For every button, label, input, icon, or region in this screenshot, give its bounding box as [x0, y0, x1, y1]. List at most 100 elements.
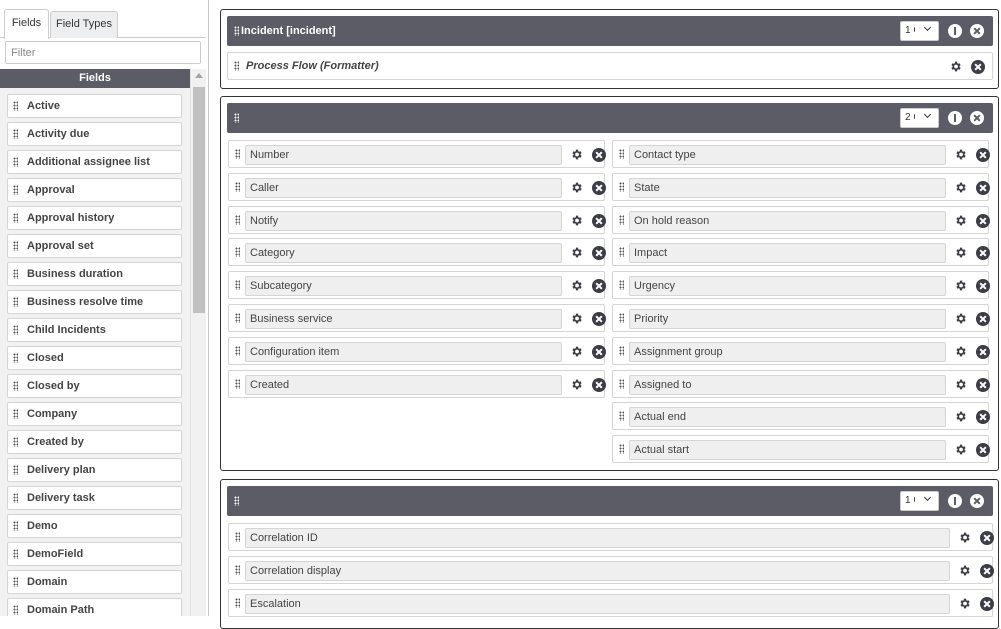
remove-field-icon[interactable] — [592, 246, 606, 261]
gear-icon[interactable] — [570, 378, 583, 391]
scroll-thumb[interactable] — [193, 87, 205, 313]
form-field-row[interactable]: State — [612, 172, 990, 201]
gear-icon[interactable] — [570, 312, 583, 325]
drag-handle-icon[interactable] — [235, 313, 240, 323]
remove-field-icon[interactable] — [971, 60, 985, 74]
remove-field-icon[interactable] — [976, 312, 990, 326]
column-layout-select[interactable]: 2 Columns — [900, 108, 939, 128]
drag-handle-icon[interactable] — [235, 280, 240, 291]
section-remove-icon[interactable] — [970, 494, 984, 508]
gear-icon[interactable] — [954, 279, 967, 292]
section-header[interactable]: 2 Columns — [227, 103, 993, 133]
drag-handle-icon[interactable] — [13, 213, 18, 223]
drag-handle-icon[interactable] — [13, 157, 18, 167]
gear-icon[interactable] — [954, 345, 967, 358]
drag-handle-icon[interactable] — [235, 598, 240, 608]
form-field-row[interactable]: Urgency — [612, 271, 990, 300]
form-field-row[interactable]: Actual end — [612, 402, 990, 431]
gear-icon[interactable] — [954, 148, 967, 161]
remove-field-icon[interactable] — [976, 410, 990, 425]
palette-field-item[interactable]: Additional assignee list — [7, 150, 182, 174]
drag-handle-icon[interactable] — [13, 493, 18, 503]
drag-handle-icon[interactable] — [13, 549, 18, 559]
form-field-row[interactable]: Caller — [228, 172, 606, 201]
section-info-icon[interactable] — [948, 494, 962, 508]
drag-handle-icon[interactable] — [13, 521, 18, 531]
remove-field-icon[interactable] — [976, 180, 990, 195]
drag-handle-icon[interactable] — [619, 313, 624, 323]
tab-fields[interactable]: Fields — [4, 9, 49, 39]
remove-field-icon[interactable] — [592, 180, 606, 195]
section-header[interactable]: Incident [incident] 1 Column — [227, 16, 993, 46]
gear-icon[interactable] — [958, 597, 971, 610]
gear-icon[interactable] — [570, 246, 583, 259]
drag-handle-icon[interactable] — [13, 325, 18, 335]
remove-field-icon[interactable] — [592, 377, 606, 392]
gear-icon[interactable] — [954, 246, 967, 259]
palette-field-item[interactable]: Created by — [7, 430, 182, 454]
palette-field-item[interactable]: Closed — [7, 346, 182, 370]
gear-icon[interactable] — [954, 312, 967, 325]
remove-field-icon[interactable] — [976, 213, 990, 228]
drag-handle-icon[interactable] — [619, 214, 624, 225]
form-field-row[interactable]: Configuration item — [228, 336, 606, 365]
drag-handle-icon[interactable] — [619, 345, 624, 356]
gear-icon[interactable] — [954, 181, 967, 194]
form-field-row[interactable]: Created — [228, 369, 606, 398]
palette-field-item[interactable]: Active — [7, 94, 182, 118]
palette-field-item[interactable]: DemoField — [7, 542, 182, 566]
section-header[interactable]: 1 Column — [227, 486, 993, 516]
drag-handle-icon[interactable] — [13, 297, 18, 307]
drag-handle-icon[interactable] — [619, 149, 624, 159]
drag-handle-icon[interactable] — [619, 444, 624, 455]
drag-handle-icon[interactable] — [13, 269, 18, 279]
drag-handle-icon[interactable] — [13, 381, 18, 391]
drag-handle-icon[interactable] — [13, 577, 18, 587]
column-layout-select[interactable]: 1 Column — [900, 21, 939, 41]
gear-icon[interactable] — [954, 214, 967, 227]
pane-divider[interactable] — [208, 0, 209, 616]
drag-handle-icon[interactable] — [619, 411, 624, 422]
gear-icon[interactable] — [570, 345, 583, 358]
remove-field-icon[interactable] — [976, 377, 990, 392]
drag-handle-icon[interactable] — [13, 605, 18, 615]
form-field-row[interactable]: Assignment group — [612, 336, 990, 365]
remove-field-icon[interactable] — [592, 213, 606, 228]
drag-handle-icon[interactable] — [235, 345, 240, 356]
tab-field-types[interactable]: Field Types — [50, 11, 118, 38]
remove-field-icon[interactable] — [976, 443, 990, 458]
remove-field-icon[interactable] — [592, 312, 606, 326]
form-field-row[interactable]: Contact type — [612, 140, 990, 168]
drag-handle-icon[interactable] — [235, 378, 240, 389]
palette-field-item[interactable]: Domain Path — [7, 598, 182, 616]
drag-handle-icon[interactable] — [234, 496, 239, 506]
drag-handle-icon[interactable] — [234, 26, 239, 36]
drag-handle-icon[interactable] — [13, 465, 18, 475]
remove-field-icon[interactable] — [592, 344, 606, 359]
form-field-row[interactable]: Process Flow (Formatter) — [227, 52, 993, 80]
form-field-row[interactable]: Impact — [612, 238, 990, 267]
scroll-up-arrow-icon[interactable] — [195, 73, 203, 78]
remove-field-icon[interactable] — [980, 597, 994, 611]
drag-handle-icon[interactable] — [619, 247, 624, 258]
drag-handle-icon[interactable] — [13, 437, 18, 447]
form-field-row[interactable]: Notify — [228, 205, 606, 234]
column-layout-select[interactable]: 1 Column — [900, 491, 939, 511]
drag-handle-icon[interactable] — [235, 247, 240, 258]
remove-field-icon[interactable] — [976, 279, 990, 294]
section-info-icon[interactable] — [948, 111, 962, 125]
form-field-row[interactable]: Number — [228, 140, 606, 168]
gear-icon[interactable] — [570, 279, 583, 292]
drag-handle-icon[interactable] — [13, 185, 18, 195]
palette-field-item[interactable]: Approval set — [7, 234, 182, 258]
drag-handle-icon[interactable] — [235, 532, 240, 542]
drag-handle-icon[interactable] — [13, 129, 18, 139]
remove-field-icon[interactable] — [592, 279, 606, 294]
section-remove-icon[interactable] — [970, 24, 984, 38]
palette-field-item[interactable]: Activity due — [7, 122, 182, 146]
form-field-row[interactable]: Priority — [612, 304, 990, 332]
form-field-row[interactable]: Assigned to — [612, 369, 990, 398]
form-field-row[interactable]: Escalation — [228, 589, 994, 617]
gear-icon[interactable] — [570, 181, 583, 194]
gear-icon[interactable] — [954, 443, 967, 456]
